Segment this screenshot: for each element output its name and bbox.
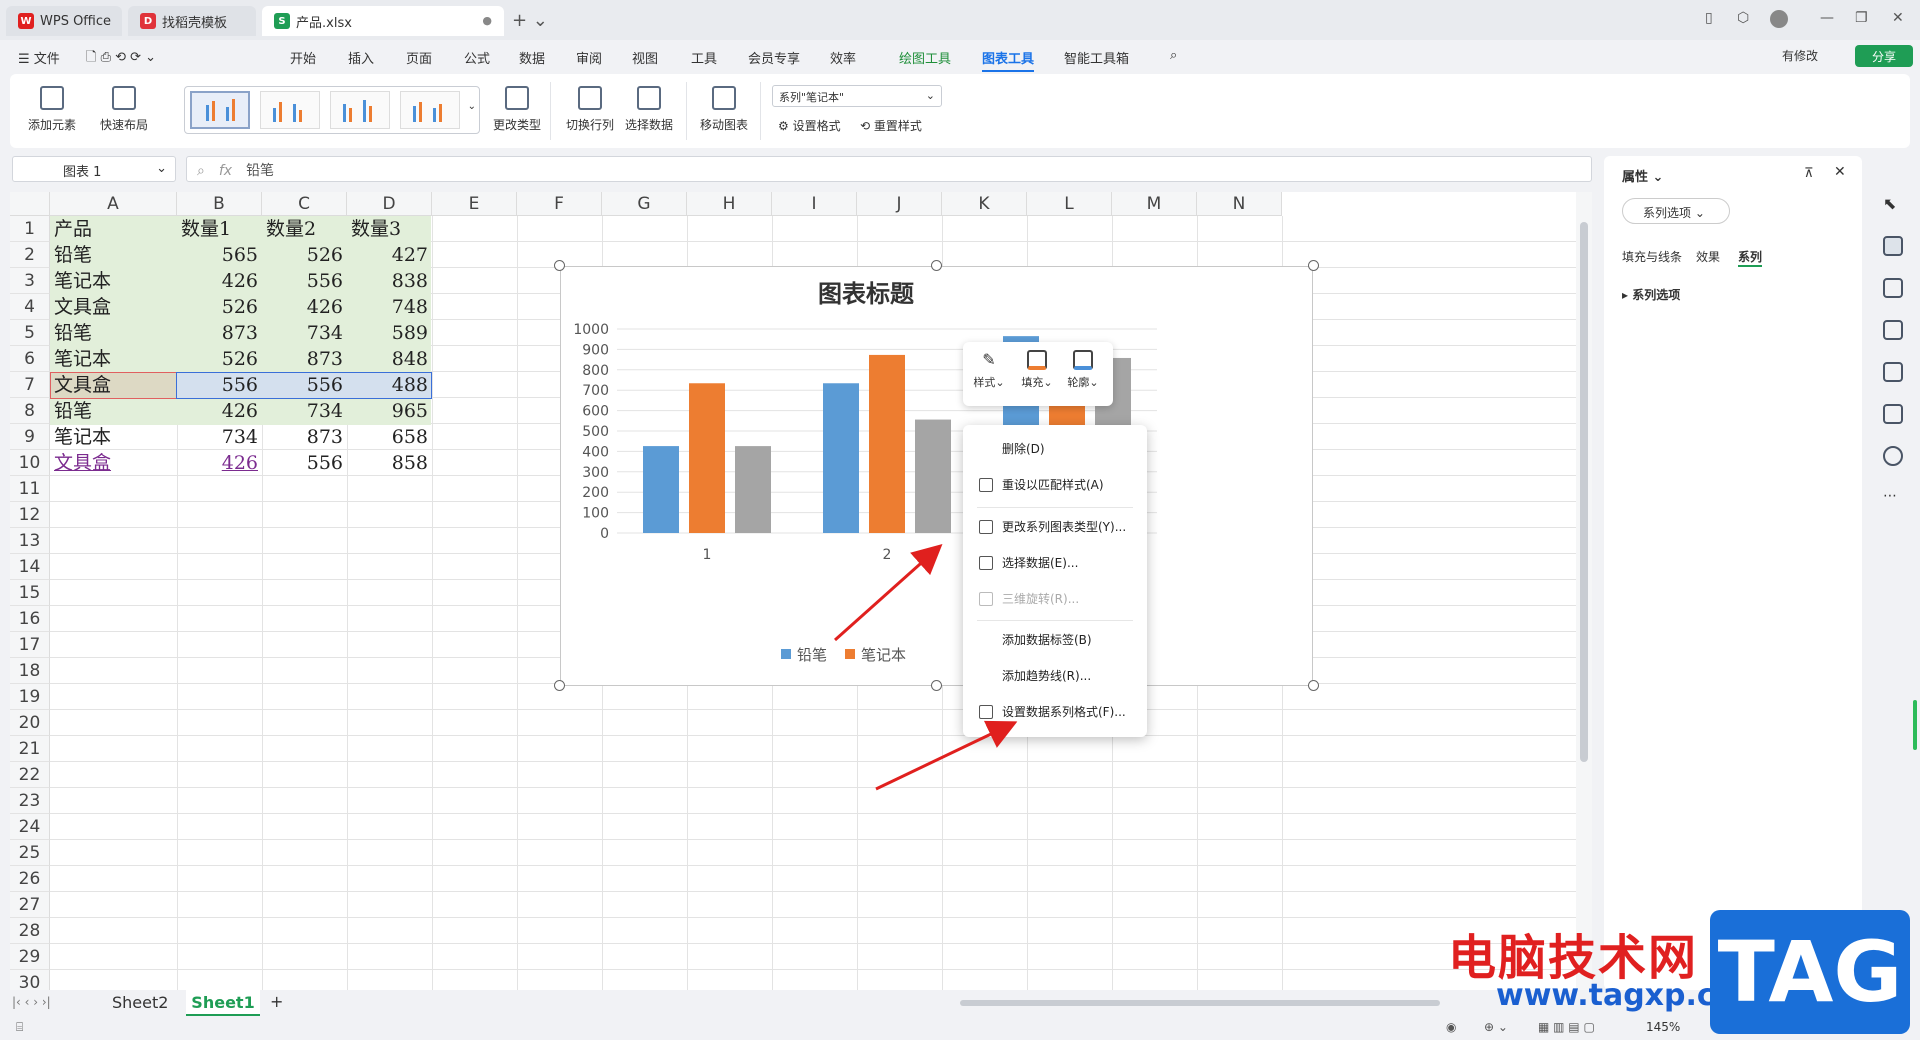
tab-series[interactable]: 系列 — [1738, 248, 1763, 267]
watermark-logo: TAG — [1710, 910, 1910, 1034]
more-icon[interactable]: ⋯ — [1883, 488, 1903, 508]
tab-effects[interactable]: 效果 — [1696, 248, 1720, 265]
properties-icon[interactable] — [1883, 236, 1903, 256]
image-icon[interactable] — [1883, 320, 1903, 340]
cursor-icon[interactable]: ⬉ — [1883, 194, 1903, 214]
red-arrow — [834, 544, 943, 642]
series-options-section[interactable]: ▸ 系列选项 — [1622, 286, 1680, 303]
help-icon[interactable] — [1883, 446, 1903, 466]
sheet-tab-sheet1[interactable]: Sheet1 — [186, 990, 260, 1016]
sheet-tab-sheet2[interactable]: Sheet2 — [112, 993, 168, 1012]
book-icon[interactable] — [1883, 404, 1903, 424]
pin-icon[interactable]: ⊼ — [1804, 166, 1814, 181]
series-options-dropdown[interactable]: 系列选项 ⌄ — [1622, 198, 1730, 224]
panel-title[interactable]: 属性 ⌄ — [1622, 166, 1663, 185]
horizontal-scrollbar[interactable] — [960, 1000, 1440, 1006]
sheet-nav-arrows[interactable]: |‹ ‹ › ›| — [12, 995, 51, 1009]
red-arrow — [875, 720, 1018, 791]
properties-panel: 属性 ⌄ ⊼ ✕ 系列选项 ⌄ 填充与线条 效果 系列 ▸ 系列选项 — [1604, 156, 1862, 990]
watermark: 电脑技术网 www.tagxp.com TAG — [1448, 900, 1920, 1040]
tab-fill-line[interactable]: 填充与线条 — [1622, 248, 1682, 265]
scroll-indicator — [1913, 700, 1917, 750]
comment-icon[interactable] — [1883, 278, 1903, 298]
add-sheet-button[interactable]: + — [270, 992, 283, 1011]
macro-icon[interactable]: ⌸ — [16, 1020, 23, 1035]
close-icon[interactable]: ✕ — [1834, 164, 1846, 180]
tools-icon[interactable] — [1883, 362, 1903, 382]
right-toolbar: ⬉ ⋯ — [1866, 180, 1920, 1000]
